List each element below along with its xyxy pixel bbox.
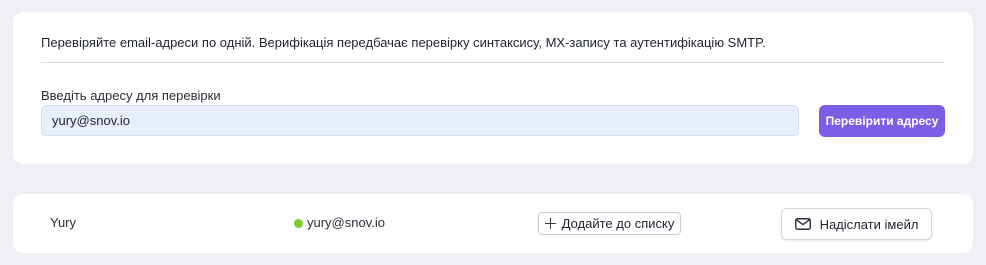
result-card: Yury yury@snov.io Додайте до списку Наді… [13, 194, 973, 253]
add-to-list-label: Додайте до списку [561, 216, 675, 231]
send-email-button[interactable]: Надіслати імейл [781, 208, 932, 240]
result-email-text: yury@snov.io [307, 215, 385, 230]
send-email-label: Надіслати імейл [819, 216, 919, 232]
verify-address-button[interactable]: Перевірити адресу [819, 105, 945, 137]
verify-card: Перевіряйте email-адреси по одній. Вериф… [13, 12, 973, 164]
verify-description: Перевіряйте email-адреси по одній. Вериф… [41, 35, 766, 50]
result-email: yury@snov.io [294, 215, 385, 231]
result-name: Yury [50, 215, 77, 230]
divider [41, 62, 945, 63]
plus-icon [544, 218, 556, 229]
email-field-label: Введіть адресу для перевірки [41, 88, 221, 103]
valid-status-dot [294, 218, 303, 228]
add-to-list-button[interactable]: Додайте до списку [538, 212, 681, 235]
email-input[interactable] [41, 105, 799, 136]
mail-icon [794, 218, 811, 230]
